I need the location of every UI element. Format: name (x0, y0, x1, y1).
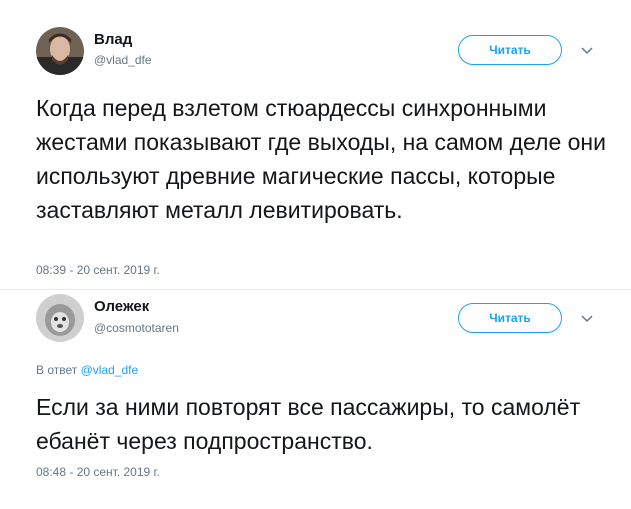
author-name[interactable]: Олежек (94, 298, 149, 315)
chevron-down-icon[interactable] (579, 311, 595, 327)
author-handle[interactable]: @cosmototaren (94, 321, 179, 335)
tweet-text: Когда перед взлетом стюардессы синхронны… (36, 95, 606, 223)
reply-to-link[interactable]: @vlad_dfe (81, 363, 139, 377)
author-handle[interactable]: @vlad_dfe (94, 53, 152, 67)
avatar-vlad[interactable] (36, 27, 84, 75)
tweet-timestamp[interactable]: 08:39 - 20 сент. 2019 г. (36, 263, 160, 277)
tweet-timestamp[interactable]: 08:48 - 20 сент. 2019 г. (36, 465, 160, 479)
reply-to-line: В ответ @vlad_dfe (36, 363, 138, 377)
follow-button[interactable]: Читать (458, 35, 562, 65)
tweet-2: Олежек @cosmototaren Читать В ответ @vla… (0, 290, 631, 509)
follow-button[interactable]: Читать (458, 303, 562, 333)
avatar-vlad-image (36, 27, 84, 75)
avatar-olezhek-image (36, 294, 84, 342)
reply-prefix: В ответ (36, 363, 78, 377)
chevron-down-icon[interactable] (579, 43, 595, 59)
tweet-text: Если за ними повторят все пассажиры, то … (36, 394, 581, 454)
avatar-olezhek[interactable] (36, 294, 84, 342)
author-name[interactable]: Влад (94, 31, 132, 48)
tweet-1: Влад @vlad_dfe Читать Когда перед взлето… (0, 0, 631, 289)
